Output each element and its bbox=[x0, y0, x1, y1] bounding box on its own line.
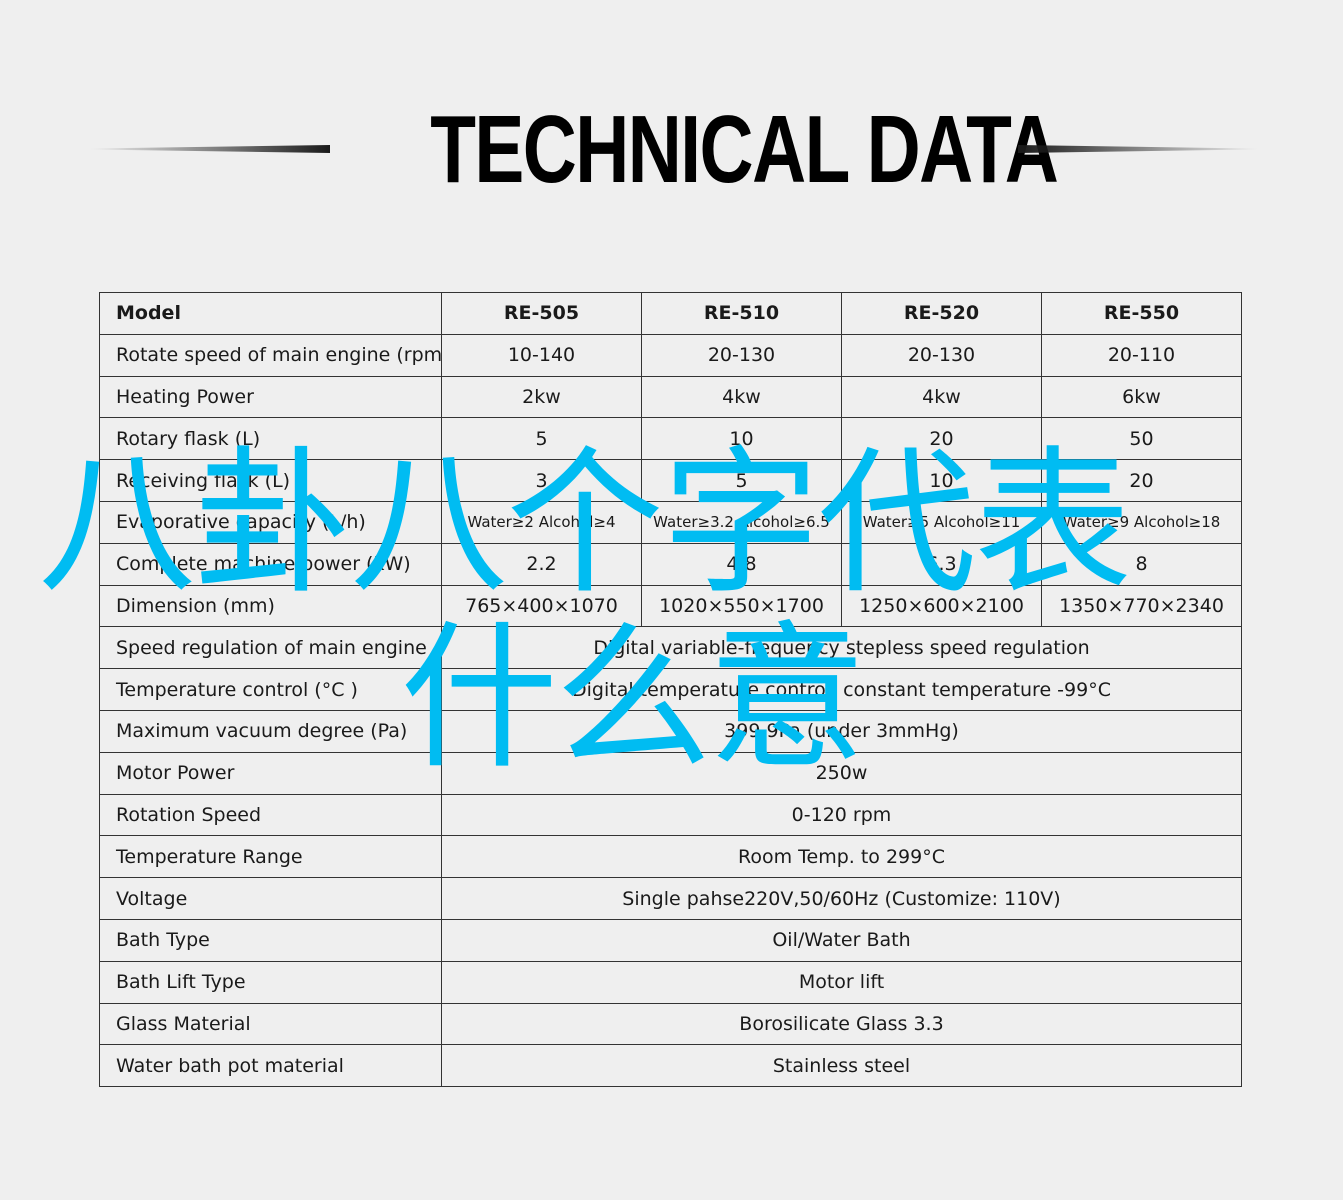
row-value: Water≥5 Alcohol≥11 bbox=[841, 500, 1042, 544]
row-label: Motor Power bbox=[99, 751, 442, 795]
row-value: Room Temp. to 299°C bbox=[441, 835, 1242, 879]
row-value: 10-140 bbox=[441, 333, 642, 377]
row-label: Complete machine power (kW) bbox=[99, 542, 442, 586]
table-row: Receiving flask (L) 3 5 10 20 bbox=[99, 459, 1242, 502]
table-row: Temperature control (°C ) Digital tempera… bbox=[99, 668, 1242, 711]
model-header: RE-510 bbox=[641, 292, 842, 335]
row-label: Temperature control (°C ) bbox=[99, 668, 442, 711]
row-label: Receiving flask (L) bbox=[99, 459, 442, 502]
row-value: 765×400×1070 bbox=[441, 584, 642, 628]
row-label: Rotate speed of main engine (rpm) bbox=[99, 333, 442, 377]
row-value: Single pahse220V,50/60Hz (Customize: 110… bbox=[441, 877, 1242, 920]
table-row: Voltage Single pahse220V,50/60Hz (Customi… bbox=[99, 877, 1242, 920]
model-header: RE-505 bbox=[441, 292, 642, 335]
row-label: Water bath pot material bbox=[99, 1044, 442, 1088]
row-value: 20-130 bbox=[641, 333, 842, 377]
row-value: 4.8 bbox=[641, 542, 842, 586]
table-row: Rotate speed of main engine (rpm) 10-140 2… bbox=[99, 333, 1242, 377]
row-label: Evaporative capacity (L/h) bbox=[99, 500, 442, 544]
table-row: Evaporative capacity (L/h) Water≥2 Alcoho… bbox=[99, 500, 1242, 544]
row-value: 50 bbox=[1041, 417, 1242, 461]
header-label: Model bbox=[99, 292, 442, 335]
row-label: Speed regulation of main engine bbox=[99, 626, 442, 670]
row-value: Digital temperature control, constant te… bbox=[441, 668, 1242, 711]
row-value: Water≥3.2 Alcohol≥6.5 bbox=[641, 500, 842, 544]
row-value: Stainless steel bbox=[441, 1044, 1242, 1088]
title-decor-line-right bbox=[1018, 145, 1258, 153]
row-value: 3 bbox=[441, 459, 642, 502]
row-value: Digital variable-frequency stepless spee… bbox=[441, 626, 1242, 670]
row-label: Dimension (mm) bbox=[99, 584, 442, 628]
row-value: Water≥9 Alcohol≥18 bbox=[1041, 500, 1242, 544]
row-value: 4kw bbox=[641, 375, 842, 419]
row-label: Glass Material bbox=[99, 1002, 442, 1046]
row-value: 20 bbox=[841, 417, 1042, 461]
row-label: Rotary flask (L) bbox=[99, 417, 442, 461]
title-decor-line-left bbox=[90, 145, 330, 153]
table-row: Water bath pot material Stainless steel bbox=[99, 1044, 1242, 1088]
table-row: Bath Lift Type Motor lift bbox=[99, 960, 1242, 1004]
row-value: 0-120 rpm bbox=[441, 793, 1242, 837]
row-value: 20-130 bbox=[841, 333, 1042, 377]
row-label: Temperature Range bbox=[99, 835, 442, 879]
row-label: Maximum vacuum degree (Pa) bbox=[99, 709, 442, 753]
row-value: 1250×600×2100 bbox=[841, 584, 1042, 628]
row-value: Water≥2 Alcohol≥4 bbox=[441, 500, 642, 544]
row-value: 20 bbox=[1041, 459, 1242, 502]
table-header-row: Model RE-505 RE-510 RE-520 RE-550 bbox=[99, 292, 1242, 335]
row-value: 2kw bbox=[441, 375, 642, 419]
model-header: RE-520 bbox=[841, 292, 1042, 335]
row-label: Voltage bbox=[99, 877, 442, 920]
row-value: 399.9Pa (under 3mmHg) bbox=[441, 709, 1242, 753]
row-value: 8 bbox=[1041, 542, 1242, 586]
row-label: Bath Lift Type bbox=[99, 960, 442, 1004]
table-row: Motor Power 250w bbox=[99, 751, 1242, 795]
table-row: Dimension (mm) 765×400×1070 1020×550×1700 1… bbox=[99, 584, 1242, 628]
row-label: Bath Type bbox=[99, 918, 442, 962]
row-label: Rotation Speed bbox=[99, 793, 442, 837]
model-header: RE-550 bbox=[1041, 292, 1242, 335]
table-row: Maximum vacuum degree (Pa) 399.9Pa (under… bbox=[99, 709, 1242, 753]
row-value: 6.3 bbox=[841, 542, 1042, 586]
table-row: Rotary flask (L) 5 10 20 50 bbox=[99, 417, 1242, 461]
row-value: 20-110 bbox=[1041, 333, 1242, 377]
table-row: Glass Material Borosilicate Glass 3.3 bbox=[99, 1002, 1242, 1046]
row-value: 4kw bbox=[841, 375, 1042, 419]
row-label: Heating Power bbox=[99, 375, 442, 419]
table-row: Complete machine power (kW) 2.2 4.8 6.3 8 bbox=[99, 542, 1242, 586]
page-title: TECHNICAL DATA bbox=[430, 96, 1059, 203]
row-value: 250w bbox=[441, 751, 1242, 795]
row-value: 10 bbox=[841, 459, 1042, 502]
row-value: 6kw bbox=[1041, 375, 1242, 419]
row-value: 10 bbox=[641, 417, 842, 461]
table-row: Rotation Speed 0-120 rpm bbox=[99, 793, 1242, 837]
table-row: Speed regulation of main engine Digital v… bbox=[99, 626, 1242, 670]
row-value: 1020×550×1700 bbox=[641, 584, 842, 628]
row-value: 2.2 bbox=[441, 542, 642, 586]
row-value: Motor lift bbox=[441, 960, 1242, 1004]
table-row: Bath Type Oil/Water Bath bbox=[99, 918, 1242, 962]
row-value: 5 bbox=[441, 417, 642, 461]
row-value: Borosilicate Glass 3.3 bbox=[441, 1002, 1242, 1046]
table-row: Heating Power 2kw 4kw 4kw 6kw bbox=[99, 375, 1242, 419]
row-value: 5 bbox=[641, 459, 842, 502]
row-value: Oil/Water Bath bbox=[441, 918, 1242, 962]
row-value: 1350×770×2340 bbox=[1041, 584, 1242, 628]
spec-table: Model RE-505 RE-510 RE-520 RE-550 Rotate… bbox=[99, 292, 1242, 1088]
table-row: Temperature Range Room Temp. to 299°C bbox=[99, 835, 1242, 879]
title-banner: TECHNICAL DATA bbox=[0, 95, 1343, 205]
